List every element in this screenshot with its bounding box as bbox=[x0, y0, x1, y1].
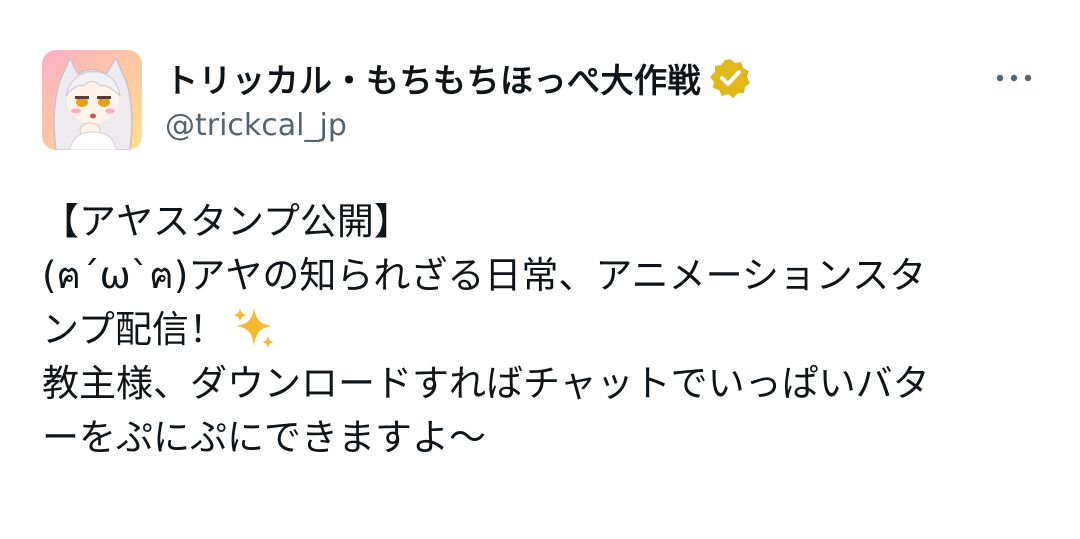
tweet-header: トリッカル・もちもちほっぺ大作戦 @trickcal_jp bbox=[165, 50, 985, 143]
author-name-row: トリッカル・もちもちほっぺ大作戦 bbox=[165, 50, 985, 106]
more-options-icon bbox=[996, 74, 1032, 82]
tweet-line-2: (ฅ´ω`ฅ)アヤの知られざる日常、アニメーションスタ bbox=[42, 254, 927, 297]
tweet-card: トリッカル・もちもちほっぺ大作戦 @trickcal_jp 【アヤスタンプ公開】… bbox=[0, 0, 1080, 539]
author-avatar[interactable] bbox=[42, 50, 142, 150]
anime-character-avatar-icon bbox=[42, 50, 142, 150]
tweet-line-5: ーをぷにぷにできますよ～ bbox=[42, 416, 486, 459]
sparkles-icon bbox=[230, 304, 276, 350]
tweet-line-3: ンプ配信！ bbox=[42, 308, 226, 351]
verified-badge-icon bbox=[709, 57, 751, 99]
author-display-name[interactable]: トリッカル・もちもちほっぺ大作戦 bbox=[165, 54, 701, 102]
tweet-line-3-wrap: ンプ配信！ bbox=[42, 303, 1042, 357]
author-handle[interactable]: @trickcal_jp bbox=[165, 108, 985, 143]
more-options-button[interactable] bbox=[990, 58, 1038, 98]
tweet-line-1: 【アヤスタンプ公開】 bbox=[42, 200, 411, 243]
tweet-text: 【アヤスタンプ公開】 (ฅ´ω`ฅ)アヤの知られざる日常、アニメーションスタ ン… bbox=[42, 195, 1042, 465]
tweet-line-4: 教主様、ダウンロードすればチャットでいっぱいバタ bbox=[42, 362, 930, 405]
